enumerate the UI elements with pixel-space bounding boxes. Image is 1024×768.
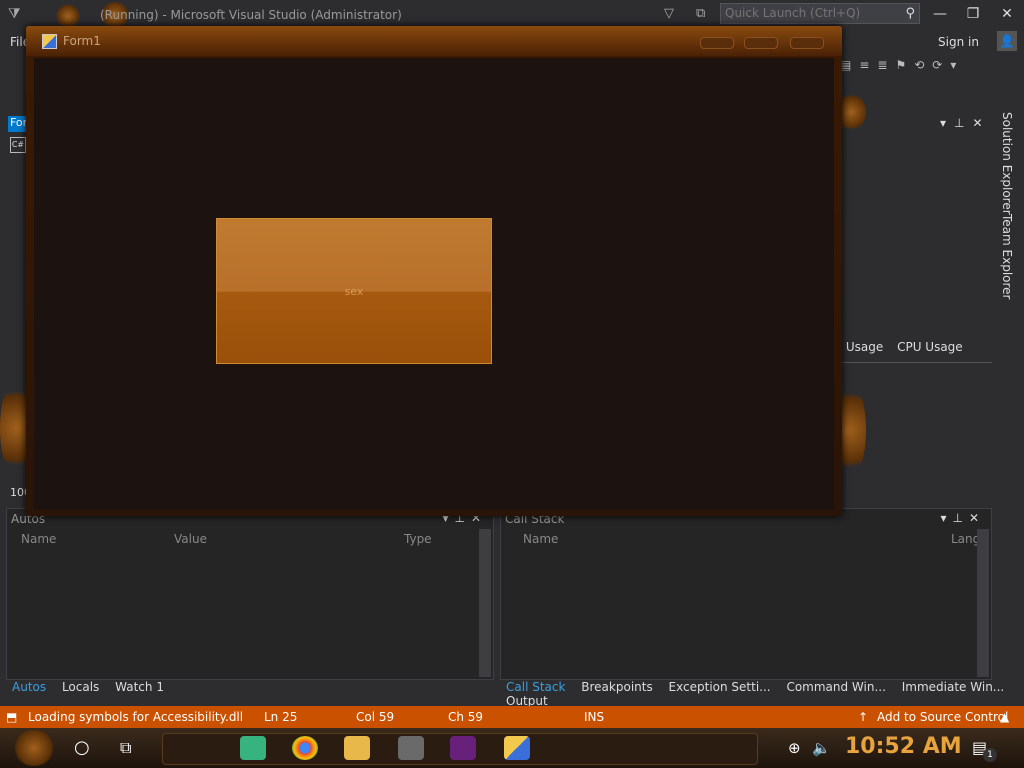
form1-minimize-button[interactable] <box>700 37 734 49</box>
form1-titlebar[interactable]: Form1 <box>26 26 842 56</box>
status-icon: ⬒ <box>6 710 18 724</box>
visual-studio-icon[interactable] <box>450 736 476 760</box>
upload-icon: ↑ <box>858 710 869 724</box>
sheets-app-icon[interactable] <box>240 736 266 760</box>
tab-locals[interactable]: Locals <box>62 680 99 694</box>
form1-maximize-button[interactable] <box>744 37 778 49</box>
tab-cpu-usage[interactable]: CPU Usage <box>897 340 963 354</box>
column-header-name[interactable]: Name <box>21 532 56 546</box>
callstack-tabs: Call Stack Breakpoints Exception Setti..… <box>506 680 1024 708</box>
quick-launch-box[interactable]: ⚲ <box>720 3 920 24</box>
status-char: Ch 59 <box>448 710 484 724</box>
taskbar-clock[interactable]: 10:52 AM <box>845 734 962 759</box>
solution-explorer-tab[interactable]: Solution Explorer <box>1000 112 1014 215</box>
add-to-source-control[interactable]: Add to Source Control <box>877 710 1008 724</box>
task-view-icon[interactable]: ⧉ <box>120 738 131 758</box>
callstack-pane: Call Stack ▾⊥✕ Name Lang <box>500 508 992 680</box>
tab-watch-1[interactable]: Watch 1 <box>115 680 164 694</box>
status-line: Ln 25 <box>264 710 298 724</box>
network-icon[interactable]: ⊕ <box>788 739 801 757</box>
pane-controls[interactable]: ▾⊥✕ <box>940 511 985 525</box>
tab-autos[interactable]: Autos <box>12 680 46 694</box>
maximize-button[interactable]: ❐ <box>959 4 987 24</box>
sign-in-link[interactable]: Sign in <box>938 35 979 49</box>
tab-call-stack[interactable]: Call Stack <box>506 680 565 694</box>
column-header-name[interactable]: Name <box>523 532 558 546</box>
tab-command-window[interactable]: Command Win... <box>786 680 885 694</box>
status-column: Col 59 <box>356 710 395 724</box>
search-icon[interactable]: ⚲ <box>905 6 915 21</box>
autos-tabs: Autos Locals Watch 1 <box>12 680 176 700</box>
column-header-type[interactable]: Type <box>404 532 432 546</box>
chevron-up-icon[interactable]: ▲ <box>1000 710 1009 724</box>
vertical-scrollbar[interactable] <box>977 529 989 677</box>
notification-badge: 1 <box>983 748 997 762</box>
tool-window-controls[interactable]: ▾⊥✕ <box>940 116 991 130</box>
form1-app-icon <box>42 34 57 49</box>
form1-taskbar-icon[interactable] <box>504 736 530 760</box>
vertical-scrollbar[interactable] <box>479 529 491 677</box>
team-explorer-tab[interactable]: Team Explorer <box>1000 214 1014 300</box>
autos-pane: Autos ▾⊥✕ Name Value Type <box>6 508 494 680</box>
status-bar: ⬒ Loading symbols for Accessibility.dll … <box>0 706 1024 728</box>
window-title: (Running) - Microsoft Visual Studio (Adm… <box>100 8 402 22</box>
gear-decoration-icon <box>56 4 80 28</box>
toolbar-icons[interactable]: ▤≡≣⚑⟲⟳▾ <box>840 58 1024 78</box>
file-explorer-icon[interactable] <box>344 736 370 760</box>
cortana-icon[interactable]: ○ <box>74 737 90 758</box>
vs-logo-icon: ⧩ <box>8 6 21 22</box>
status-message: Loading symbols for Accessibility.dll <box>28 710 244 724</box>
window-switcher-icon[interactable] <box>398 736 424 760</box>
minimize-button[interactable]: — <box>926 4 954 24</box>
form-button[interactable]: sex <box>216 218 492 364</box>
tab-exception-settings[interactable]: Exception Setti... <box>669 680 771 694</box>
status-insert-mode: INS <box>584 710 605 724</box>
filter-icon[interactable]: ▽ <box>664 6 674 21</box>
volume-icon[interactable]: 🔈 <box>812 739 831 757</box>
chrome-icon[interactable] <box>292 736 318 760</box>
diagnostic-tabs: ry Usage CPU Usage <box>830 340 992 363</box>
feedback-icon[interactable]: ⧉ <box>696 6 705 21</box>
form1-window: Form1 sex <box>26 26 842 516</box>
account-icon[interactable]: 👤 <box>997 31 1017 51</box>
column-header-lang[interactable]: Lang <box>951 532 980 546</box>
form1-client-area: sex <box>34 58 834 510</box>
tab-immediate-window[interactable]: Immediate Win... <box>902 680 1005 694</box>
start-button[interactable] <box>12 730 56 766</box>
form1-title: Form1 <box>63 34 101 48</box>
close-button[interactable]: ✕ <box>993 4 1021 24</box>
tab-breakpoints[interactable]: Breakpoints <box>581 680 652 694</box>
column-header-value[interactable]: Value <box>174 532 207 546</box>
form1-close-button[interactable] <box>790 37 824 49</box>
quick-launch-input[interactable] <box>721 4 899 22</box>
csharp-file-icon: C# <box>10 137 26 153</box>
